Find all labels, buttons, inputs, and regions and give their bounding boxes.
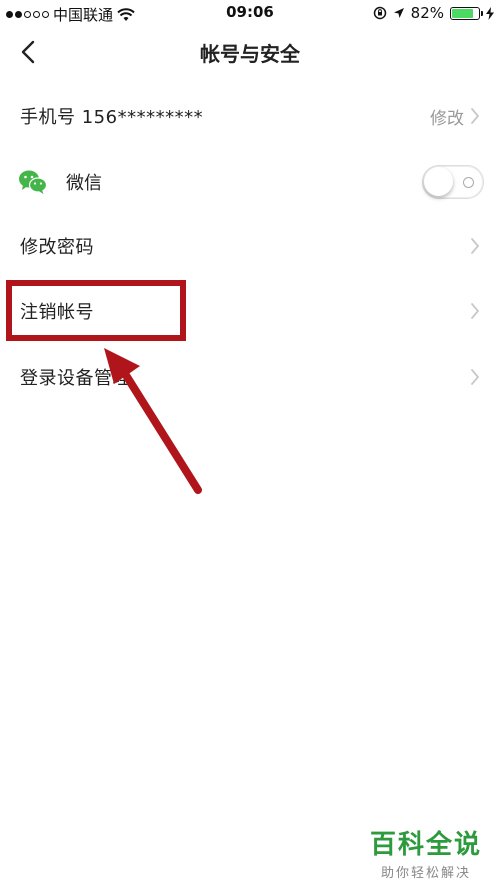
status-right: 82% [373,4,494,22]
change-password-label: 修改密码 [20,237,94,258]
phone-row[interactable]: 手机号 156********* 修改 [0,84,500,148]
chevron-right-icon [471,369,480,385]
login-devices-right [470,368,480,386]
login-devices-label: 登录设备管理 [20,368,131,389]
toggle-knob [424,167,453,196]
watermark-subtitle: 助你轻松解决 [380,866,471,881]
screen: 中国联通 09:06 82% 帐号与安全 手机号 156********* 修改… [0,0,500,889]
phone-label: 手机号 156********* [20,107,204,128]
chevron-right-icon [471,238,480,254]
battery-percent: 82% [410,4,444,22]
location-arrow-icon [393,8,404,18]
login-devices-row[interactable]: 登录设备管理 [0,345,500,409]
nav-bar: 帐号与安全 [0,26,500,78]
wechat-icon [19,170,48,194]
page-title: 帐号与安全 [200,42,300,66]
deactivate-account-right [470,302,480,320]
wechat-label: 微信 [66,173,102,194]
change-phone-link[interactable]: 修改 [430,104,464,129]
orientation-lock-icon [373,6,386,20]
phone-row-right: 修改 [430,104,480,129]
watermark: 百科全说 助你轻松解决 [370,824,482,881]
chevron-right-icon [471,108,480,124]
watermark-title: 百科全说 [369,830,482,860]
status-bar: 中国联通 09:06 82% [0,0,500,26]
change-password-row[interactable]: 修改密码 [0,214,500,278]
change-password-right [470,237,480,255]
battery-icon [450,6,483,20]
toggle-off-indicator-icon [463,177,474,188]
charging-bolt-icon [486,6,494,20]
wechat-row: 微信 [0,150,500,214]
deactivate-account-row[interactable]: 注销帐号 [0,279,500,343]
chevron-right-icon [471,303,480,319]
deactivate-account-label: 注销帐号 [20,302,94,323]
wechat-toggle[interactable] [422,165,484,199]
